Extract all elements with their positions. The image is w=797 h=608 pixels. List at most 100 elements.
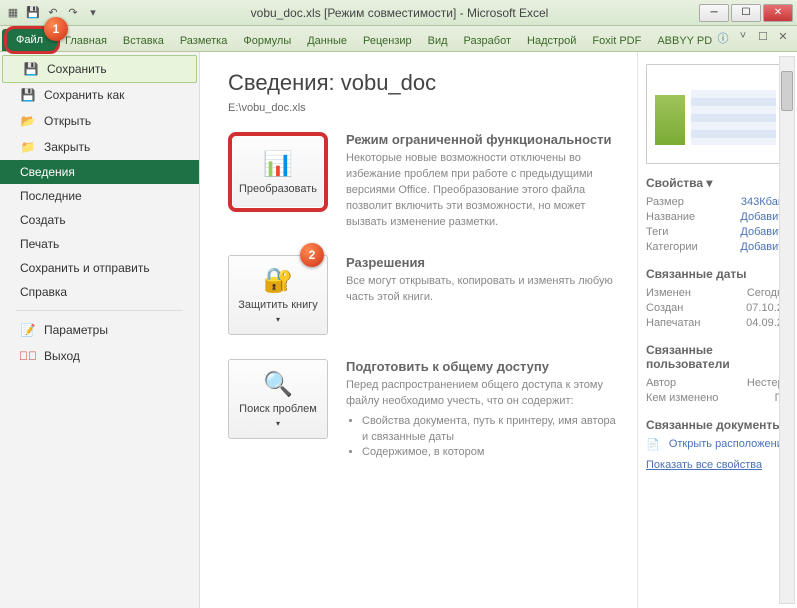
prop-label: Напечатан bbox=[646, 317, 700, 329]
dates-heading: Связанные даты bbox=[646, 267, 789, 281]
scrollbar-thumb[interactable] bbox=[781, 71, 793, 111]
sidebar-info[interactable]: Сведения bbox=[0, 160, 199, 184]
sidebar-label: Закрыть bbox=[44, 140, 90, 154]
section-title: Режим ограниченной функциональности bbox=[346, 132, 623, 147]
inspect-icon: 🔍 bbox=[263, 370, 293, 399]
sidebar-label: Параметры bbox=[44, 323, 108, 337]
tab-view[interactable]: Вид bbox=[420, 31, 456, 51]
sidebar-label: Сохранить и отправить bbox=[20, 261, 150, 275]
share-list-item: Содержимое, в котором bbox=[362, 445, 623, 461]
ribbon-minimize-icon[interactable]: ˅ bbox=[735, 30, 751, 46]
save-icon: 💾 bbox=[23, 61, 39, 77]
sidebar-close[interactable]: 📁 Закрыть bbox=[0, 134, 199, 160]
minimize-button[interactable]: ─ bbox=[699, 4, 729, 22]
sidebar-recent[interactable]: Последние bbox=[0, 184, 199, 208]
prop-label: Автор bbox=[646, 377, 676, 389]
redo-icon[interactable]: ↷ bbox=[64, 4, 82, 22]
backstage-sidebar: 💾Сохранить 💾 Сохранить как 📂 Открыть 📁 Закр… bbox=[0, 52, 200, 608]
lock-icon: 🔐 bbox=[263, 266, 293, 295]
prop-label: Изменен bbox=[646, 287, 691, 299]
check-issues-button[interactable]: 🔍 Поиск проблем ▾ bbox=[228, 359, 328, 439]
sidebar-save[interactable]: 💾Сохранить bbox=[2, 55, 197, 83]
button-label: Защитить книгу bbox=[238, 299, 318, 311]
prop-label: Создан bbox=[646, 302, 683, 314]
share-list-item: Свойства документа, путь к принтеру, имя… bbox=[362, 414, 623, 446]
prepare-share-section: Подготовить к общему доступу Перед распр… bbox=[346, 359, 623, 462]
folder-close-icon: 📁 bbox=[20, 139, 36, 155]
saveas-icon: 💾 bbox=[20, 87, 36, 103]
sidebar-exit[interactable]: �⃠Выход bbox=[0, 343, 199, 369]
prop-label: Название bbox=[646, 211, 695, 223]
button-label: Преобразовать bbox=[239, 183, 317, 195]
backstage: 💾Сохранить 💾 Сохранить как 📂 Открыть 📁 Закр… bbox=[0, 52, 797, 608]
ribbon-help-group: ⓘ ˅ ☐ ✕ bbox=[715, 30, 791, 46]
tab-review[interactable]: Рецензир bbox=[355, 31, 420, 51]
vertical-scrollbar[interactable] bbox=[779, 56, 795, 604]
sidebar-new[interactable]: Создать bbox=[0, 208, 199, 232]
prop-label: Категории bbox=[646, 241, 698, 253]
ribbon-tabs: Файл Главная Вставка Разметка Формулы Да… bbox=[0, 26, 797, 52]
sidebar-share[interactable]: Сохранить и отправить bbox=[0, 256, 199, 280]
section-title: Подготовить к общему доступу bbox=[346, 359, 623, 374]
sidebar-label: Создать bbox=[20, 213, 66, 227]
sidebar-options[interactable]: 📝 Параметры bbox=[0, 317, 199, 343]
prop-label: Кем изменено bbox=[646, 392, 718, 404]
tab-addins[interactable]: Надстрой bbox=[519, 31, 584, 51]
prop-label: Размер bbox=[646, 196, 684, 208]
show-all-props-link[interactable]: Показать все свойства bbox=[646, 459, 789, 471]
button-label: Поиск проблем bbox=[239, 403, 317, 415]
sidebar-help[interactable]: Справка bbox=[0, 280, 199, 304]
document-thumbnail[interactable] bbox=[646, 64, 786, 164]
tab-abbyy[interactable]: ABBYY PD bbox=[649, 31, 720, 51]
doc-close-icon[interactable]: ✕ bbox=[775, 30, 791, 46]
exit-icon: �⃠ bbox=[20, 348, 36, 364]
folder-open-icon: 📂 bbox=[20, 113, 36, 129]
doc-restore-icon[interactable]: ☐ bbox=[755, 30, 771, 46]
options-icon: 📝 bbox=[20, 322, 36, 338]
open-location-link[interactable]: Открыть расположение bbox=[669, 438, 789, 451]
tab-developer[interactable]: Разработ bbox=[456, 31, 519, 51]
qat-dropdown-icon[interactable]: ▾ bbox=[84, 4, 102, 22]
prop-label: Теги bbox=[646, 226, 668, 238]
sidebar-separator bbox=[16, 310, 183, 311]
sidebar-label: Справка bbox=[20, 285, 67, 299]
convert-icon: 📊 bbox=[263, 150, 293, 179]
sidebar-label: Сведения bbox=[20, 165, 75, 179]
help-icon[interactable]: ⓘ bbox=[715, 30, 731, 46]
people-heading: Связанные пользователи bbox=[646, 343, 789, 371]
folder-icon: 📄 bbox=[646, 438, 660, 451]
close-button[interactable]: ✕ bbox=[763, 4, 793, 22]
tab-data[interactable]: Данные bbox=[299, 31, 355, 51]
info-heading: Сведения: vobu_doc bbox=[228, 70, 623, 96]
callout-badge-1: 1 bbox=[44, 17, 68, 41]
sidebar-label: Последние bbox=[20, 189, 82, 203]
props-heading[interactable]: Свойства ▾ bbox=[646, 176, 789, 190]
docs-heading: Связанные документы bbox=[646, 418, 789, 432]
info-panel: Сведения: vobu_doc E:\vobu_doc.xls 📊 Пре… bbox=[200, 52, 637, 608]
sidebar-label: Открыть bbox=[44, 114, 91, 128]
window-buttons: ─ ☐ ✕ bbox=[697, 4, 793, 22]
convert-button[interactable]: 📊 Преобразовать bbox=[228, 132, 328, 212]
section-title: Разрешения bbox=[346, 255, 623, 270]
tab-insert[interactable]: Вставка bbox=[115, 31, 172, 51]
maximize-button[interactable]: ☐ bbox=[731, 4, 761, 22]
properties-pane: Свойства ▾ Размер343Кбайт НазваниеДобави… bbox=[637, 52, 797, 608]
tab-layout[interactable]: Разметка bbox=[172, 31, 236, 51]
excel-icon: ▦ bbox=[4, 4, 22, 22]
section-body: Некоторые новые возможности отключены во… bbox=[346, 151, 623, 231]
sidebar-label: Печать bbox=[20, 237, 59, 251]
permissions-section: Разрешения Все могут открывать, копирова… bbox=[346, 255, 623, 335]
sidebar-label: Сохранить как bbox=[44, 88, 124, 102]
window-title: vobu_doc.xls [Режим совместимости] - Mic… bbox=[102, 6, 697, 20]
titlebar: ▦ 💾 ↶ ↷ ▾ vobu_doc.xls [Режим совместимо… bbox=[0, 0, 797, 26]
tab-foxit[interactable]: Foxit PDF bbox=[584, 31, 649, 51]
save-icon[interactable]: 💾 bbox=[24, 4, 42, 22]
sidebar-print[interactable]: Печать bbox=[0, 232, 199, 256]
sidebar-open[interactable]: 📂 Открыть bbox=[0, 108, 199, 134]
sidebar-saveas[interactable]: 💾 Сохранить как bbox=[0, 82, 199, 108]
callout-badge-2: 2 bbox=[300, 243, 324, 267]
file-path: E:\vobu_doc.xls bbox=[228, 102, 623, 114]
chevron-down-icon: ▾ bbox=[276, 315, 280, 324]
tab-formulas[interactable]: Формулы bbox=[235, 31, 299, 51]
chevron-down-icon: ▾ bbox=[276, 419, 280, 428]
